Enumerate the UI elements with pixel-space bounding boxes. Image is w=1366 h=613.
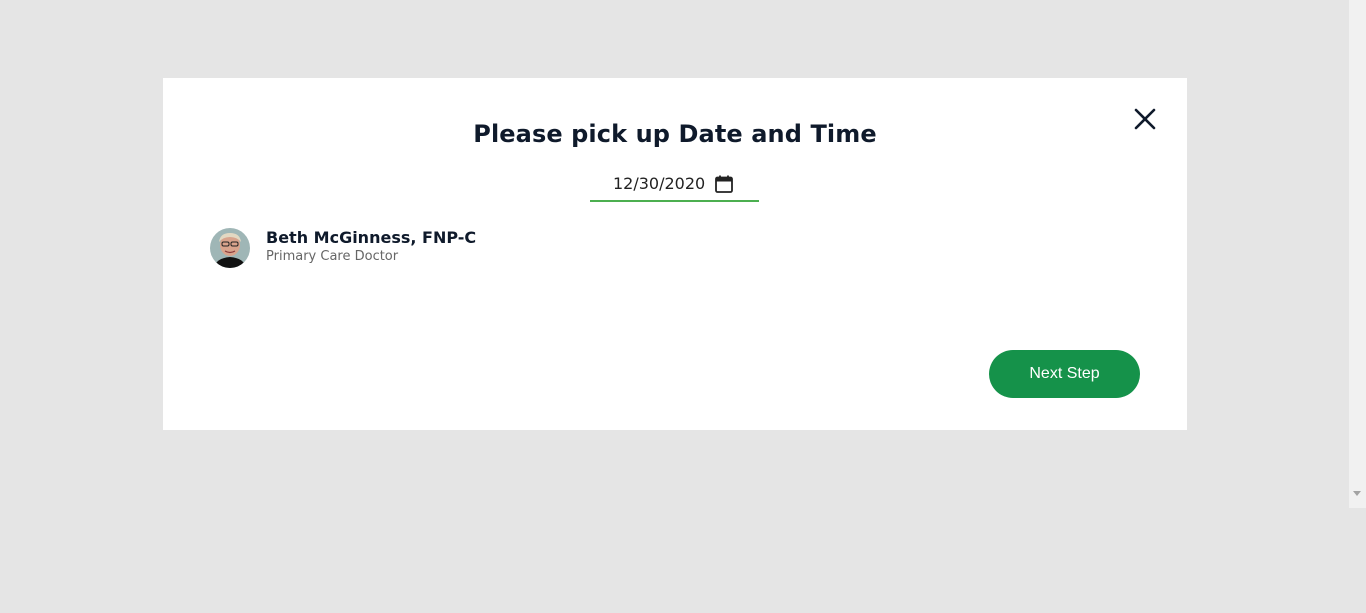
calendar-icon[interactable] xyxy=(714,174,734,194)
next-step-button[interactable]: Next Step xyxy=(989,350,1140,398)
modal-title: Please pick up Date and Time xyxy=(473,120,877,148)
doctor-avatar xyxy=(210,228,250,268)
doctor-name: Beth McGinness, FNP-C xyxy=(266,228,477,247)
scroll-down-arrow-icon[interactable] xyxy=(1353,491,1361,496)
date-time-modal: Please pick up Date and Time 12/30/2020 xyxy=(163,78,1187,430)
date-value[interactable]: 12/30/2020 xyxy=(613,174,705,193)
doctor-role: Primary Care Doctor xyxy=(266,249,399,264)
date-input[interactable]: 12/30/2020 xyxy=(590,172,759,202)
page-scrollbar[interactable] xyxy=(1349,0,1366,508)
